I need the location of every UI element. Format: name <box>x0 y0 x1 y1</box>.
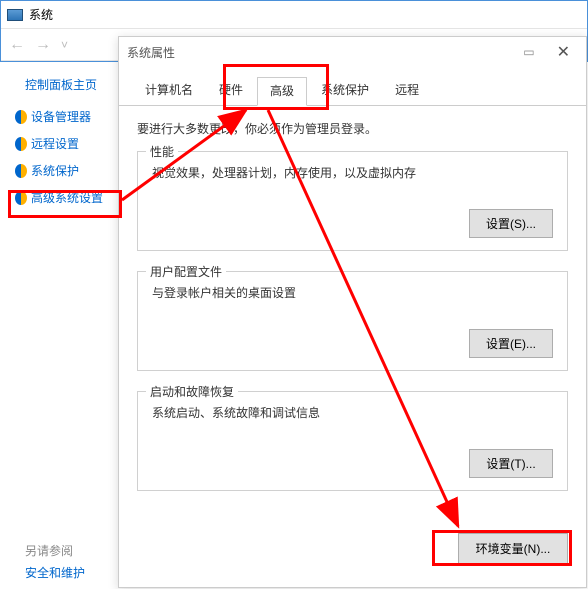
recent-dropdown-icon[interactable]: ˅ <box>61 38 68 52</box>
environment-variables-button[interactable]: 环境变量(N)... <box>458 533 568 564</box>
sidebar-item-advanced-system-settings[interactable]: 高级系统设置 <box>1 184 119 211</box>
sidebar: 控制面板主页 设备管理器 远程设置 系统保护 高级系统设置 另请参阅 安全和维护 <box>1 62 119 589</box>
performance-settings-button[interactable]: 设置(S)... <box>469 209 553 238</box>
see-also-label: 另请参阅 <box>25 542 73 559</box>
help-icon[interactable]: ▭ <box>523 45 534 59</box>
sidebar-item-label: 设备管理器 <box>31 108 91 125</box>
env-button-row: 环境变量(N)... <box>119 533 586 564</box>
sidebar-item-label: 系统保护 <box>31 162 79 179</box>
computer-icon <box>7 9 23 21</box>
profile-settings-button[interactable]: 设置(E)... <box>469 329 553 358</box>
sidebar-item-system-protection[interactable]: 系统保护 <box>1 157 119 184</box>
back-arrow-icon[interactable]: ← <box>9 36 25 54</box>
dialog-body: 要进行大多数更改，你必须作为管理员登录。 性能 视觉效果，处理器计划，内存使用，… <box>119 106 586 525</box>
group-performance-desc: 视觉效果，处理器计划，内存使用，以及虚拟内存 <box>152 164 553 181</box>
group-user-profile-title: 用户配置文件 <box>146 263 226 280</box>
tab-system-protection[interactable]: 系统保护 <box>309 77 381 105</box>
dialog-titlebar: 系统属性 ▭ ✕ <box>119 37 586 67</box>
system-properties-dialog: 系统属性 ▭ ✕ 计算机名 硬件 高级 系统保护 远程 要进行大多数更改，你必须… <box>118 36 587 588</box>
group-user-profile: 用户配置文件 与登录帐户相关的桌面设置 设置(E)... <box>137 271 568 371</box>
system-title: 系统 <box>29 6 53 23</box>
startup-settings-button[interactable]: 设置(T)... <box>469 449 553 478</box>
tab-computer-name[interactable]: 计算机名 <box>133 77 205 105</box>
forward-arrow-icon: → <box>35 36 51 54</box>
group-performance: 性能 视觉效果，处理器计划，内存使用，以及虚拟内存 设置(S)... <box>137 151 568 251</box>
sidebar-item-label: 高级系统设置 <box>31 189 103 206</box>
system-titlebar: 系统 <box>1 1 587 29</box>
intro-text: 要进行大多数更改，你必须作为管理员登录。 <box>137 120 568 137</box>
sidebar-item-remote-settings[interactable]: 远程设置 <box>1 130 119 157</box>
tab-bar: 计算机名 硬件 高级 系统保护 远程 <box>119 67 586 106</box>
sidebar-item-label: 远程设置 <box>31 135 79 152</box>
group-user-profile-desc: 与登录帐户相关的桌面设置 <box>152 284 553 301</box>
dialog-title: 系统属性 <box>127 44 175 61</box>
tab-remote[interactable]: 远程 <box>383 77 431 105</box>
group-startup-recovery-title: 启动和故障恢复 <box>146 383 238 400</box>
sidebar-item-device-manager[interactable]: 设备管理器 <box>1 103 119 130</box>
group-startup-recovery: 启动和故障恢复 系统启动、系统故障和调试信息 设置(T)... <box>137 391 568 491</box>
group-performance-title: 性能 <box>146 143 178 160</box>
tab-hardware[interactable]: 硬件 <box>207 77 255 105</box>
shield-icon <box>15 137 27 151</box>
tab-advanced[interactable]: 高级 <box>257 77 307 106</box>
see-also-security-link[interactable]: 安全和维护 <box>25 564 85 581</box>
sidebar-header[interactable]: 控制面板主页 <box>1 76 119 103</box>
shield-icon <box>15 191 27 205</box>
group-startup-recovery-desc: 系统启动、系统故障和调试信息 <box>152 404 553 421</box>
shield-icon <box>15 164 27 178</box>
close-icon[interactable]: ✕ <box>549 42 578 62</box>
shield-icon <box>15 110 27 124</box>
